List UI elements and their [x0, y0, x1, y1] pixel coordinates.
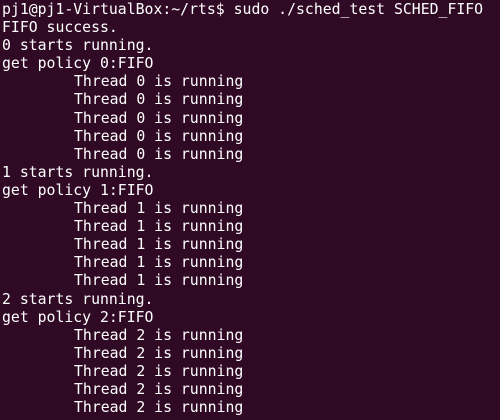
output-text: get policy 1:FIFO: [2, 181, 154, 199]
output-line: Thread 1 is running: [2, 218, 500, 236]
output-text: FIFO success.: [2, 19, 118, 37]
output-text: 2 starts running.: [2, 290, 154, 308]
output-text: Thread 1 is running: [74, 272, 244, 290]
terminal-window[interactable]: pj1@pj1-VirtualBox:~/rts$ sudo ./sched_t…: [0, 0, 500, 420]
output-line: Thread 1 is running: [2, 200, 500, 218]
output-text: Thread 2 is running: [74, 362, 244, 380]
output-line: Thread 0 is running: [2, 91, 500, 109]
output-line: Thread 2 is running: [2, 327, 500, 345]
output-line: get policy 2:FIFO: [2, 309, 500, 327]
output-line: Thread 1 is running: [2, 272, 500, 290]
output-text: Thread 1 is running: [74, 218, 244, 236]
output-text: Thread 0 is running: [74, 91, 244, 109]
output-text: 0 starts running.: [2, 37, 154, 55]
output-text: get policy 2:FIFO: [2, 308, 154, 326]
output-text: get policy 0:FIFO: [2, 55, 154, 73]
output-line: Thread 0 is running: [2, 128, 500, 146]
output-text: 1 starts running.: [2, 163, 154, 181]
output-line: Thread 2 is running: [2, 381, 500, 399]
output-text: Thread 0 is running: [74, 145, 244, 163]
output-line: get policy 0:FIFO: [2, 55, 500, 73]
output-line: 2 starts running.: [2, 291, 500, 309]
output-text: Thread 2 is running: [74, 344, 244, 362]
output-line: Thread 0 is running: [2, 146, 500, 164]
output-text: Thread 1 is running: [74, 254, 244, 272]
output-line: Thread 2 is running: [2, 363, 500, 381]
output-text: Thread 0 is running: [74, 109, 244, 127]
command-line: pj1@pj1-VirtualBox:~/rts$ sudo ./sched_t…: [2, 1, 500, 19]
output-text: Thread 2 is running: [74, 380, 244, 398]
output-line: Thread 1 is running: [2, 254, 500, 272]
output-line: get policy 1:FIFO: [2, 182, 500, 200]
output-text: Thread 1 is running: [74, 200, 244, 218]
output-text: Thread 2 is running: [74, 399, 244, 417]
output-line: 1 starts running.: [2, 164, 500, 182]
output-text: Thread 0 is running: [74, 127, 244, 145]
output-line: Thread 1 is running: [2, 236, 500, 254]
output-text: Thread 2 is running: [74, 326, 244, 344]
shell-prompt: pj1@pj1-VirtualBox:~/rts$: [2, 1, 225, 18]
output-line: Thread 0 is running: [2, 110, 500, 128]
output-line: 0 starts running.: [2, 37, 500, 55]
output-text: Thread 1 is running: [74, 236, 244, 254]
output-line: Thread 2 is running: [2, 345, 500, 363]
command-text: sudo ./sched_test SCHED_FIFO: [233, 1, 484, 18]
output-line: Thread 2 is running: [2, 399, 500, 417]
output-line: Thread 0 is running: [2, 73, 500, 91]
output-line: FIFO success.: [2, 19, 500, 37]
output-text: Thread 0 is running: [74, 73, 244, 91]
